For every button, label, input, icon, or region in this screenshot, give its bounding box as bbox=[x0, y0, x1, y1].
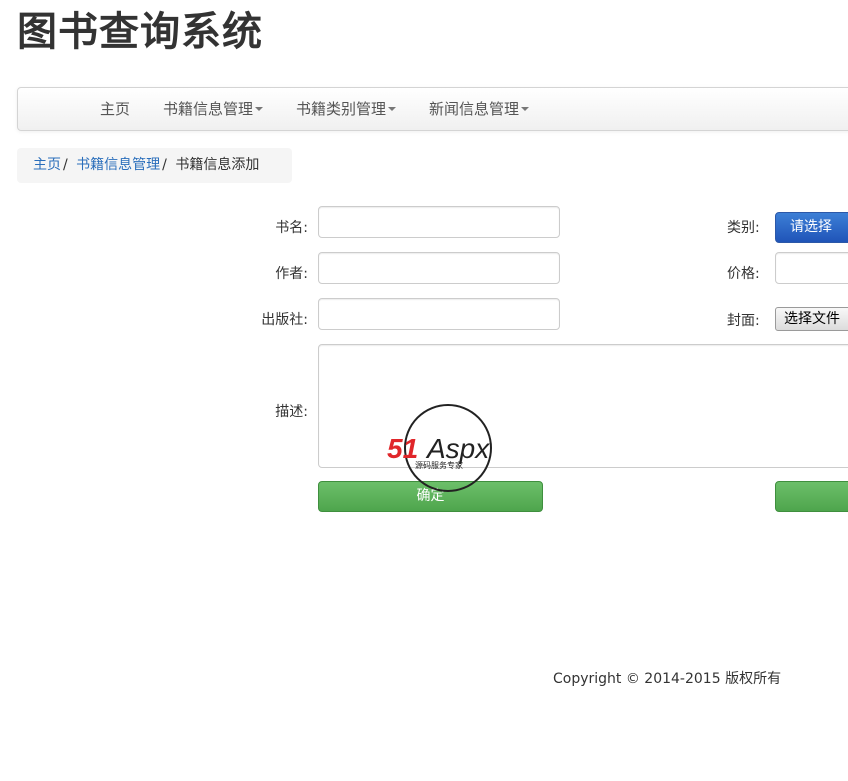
breadcrumb-current: 书籍信息添加 bbox=[175, 157, 260, 173]
nav-item-label: 书籍信息管理 bbox=[163, 100, 254, 118]
secondary-button[interactable] bbox=[775, 481, 848, 512]
nav-item-label: 主页 bbox=[100, 100, 131, 118]
price-input[interactable] bbox=[775, 252, 848, 284]
nav-item-label: 书籍类别管理 bbox=[296, 100, 387, 118]
navbar: 主页 书籍信息管理 书籍类别管理 新闻信息管理 bbox=[17, 87, 848, 131]
choose-file-button[interactable]: 选择文件 bbox=[775, 307, 848, 331]
caret-down-icon bbox=[255, 106, 264, 111]
nav-item-home[interactable]: 主页 bbox=[100, 88, 130, 130]
cover-label: 封面: bbox=[727, 313, 760, 329]
author-label: 作者: bbox=[275, 266, 308, 282]
price-label: 价格: bbox=[727, 266, 760, 282]
watermark-logo: 51 Aspx 源码服务专家 bbox=[387, 404, 492, 492]
watermark-brand-black: Aspx bbox=[425, 433, 490, 464]
author-input[interactable] bbox=[318, 252, 560, 284]
publisher-input[interactable] bbox=[318, 298, 560, 330]
publisher-label: 出版社: bbox=[261, 312, 308, 328]
breadcrumb-separator: / bbox=[162, 157, 167, 173]
nav-item-label: 新闻信息管理 bbox=[429, 100, 520, 118]
category-label: 类别: bbox=[727, 220, 760, 236]
nav-item-book-info[interactable]: 书籍信息管理 bbox=[163, 88, 264, 130]
caret-down-icon bbox=[388, 106, 397, 111]
category-select[interactable]: 请选择 bbox=[775, 212, 848, 243]
book-name-input[interactable] bbox=[318, 206, 560, 238]
nav-item-book-category[interactable]: 书籍类别管理 bbox=[296, 88, 397, 130]
page-title: 图书查询系统 bbox=[17, 9, 263, 55]
copyright-text: Copyright © 2014-2015 版权所有 bbox=[553, 671, 782, 687]
caret-down-icon bbox=[521, 106, 530, 111]
book-name-label: 书名: bbox=[275, 220, 308, 236]
watermark-brand-red: 51 bbox=[387, 433, 418, 464]
breadcrumb-separator: / bbox=[63, 157, 68, 173]
description-label: 描述: bbox=[275, 404, 308, 420]
breadcrumb: 主页 / 书籍信息管理 / 书籍信息添加 bbox=[17, 148, 292, 183]
nav-item-news[interactable]: 新闻信息管理 bbox=[429, 88, 530, 130]
watermark-tagline: 源码服务专家 bbox=[415, 460, 463, 470]
breadcrumb-home-link[interactable]: 主页 bbox=[33, 157, 61, 173]
breadcrumb-section-link[interactable]: 书籍信息管理 bbox=[76, 157, 160, 173]
